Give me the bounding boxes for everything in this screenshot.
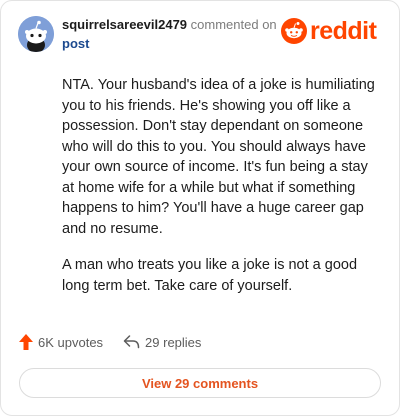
comment-paragraph: NTA. Your husband's idea of a joke is hu… <box>62 77 375 237</box>
reply-arrow-icon <box>123 335 140 349</box>
post-link[interactable]: post <box>62 36 89 51</box>
upvote-arrow-icon <box>19 334 33 350</box>
view-comments-button[interactable]: View 29 comments <box>19 368 381 398</box>
comment-header: squirrelsareevil2479 commented on <box>62 17 277 32</box>
username-link[interactable]: squirrelsareevil2479 <box>62 17 187 32</box>
comment-card: squirrelsareevil2479 commented on post r… <box>0 0 400 416</box>
comment-body: NTA. Your husband's idea of a joke is hu… <box>62 75 380 312</box>
view-comments-label: View 29 comments <box>141 375 259 391</box>
comment-paragraph: A man who treats you like a joke is not … <box>62 257 358 294</box>
commented-on-label: commented on <box>190 17 277 32</box>
reddit-logo[interactable]: reddit <box>281 16 377 45</box>
upvotes-stat[interactable]: 6K upvotes <box>19 334 103 350</box>
replies-stat[interactable]: 29 replies <box>123 335 201 350</box>
reddit-snoo-icon <box>281 18 307 44</box>
reddit-wordmark: reddit <box>310 16 377 45</box>
user-avatar-icon[interactable] <box>18 16 54 52</box>
replies-count: 29 replies <box>145 334 202 350</box>
upvotes-count: 6K upvotes <box>38 334 104 350</box>
comment-stats: 6K upvotes 29 replies <box>19 334 201 350</box>
